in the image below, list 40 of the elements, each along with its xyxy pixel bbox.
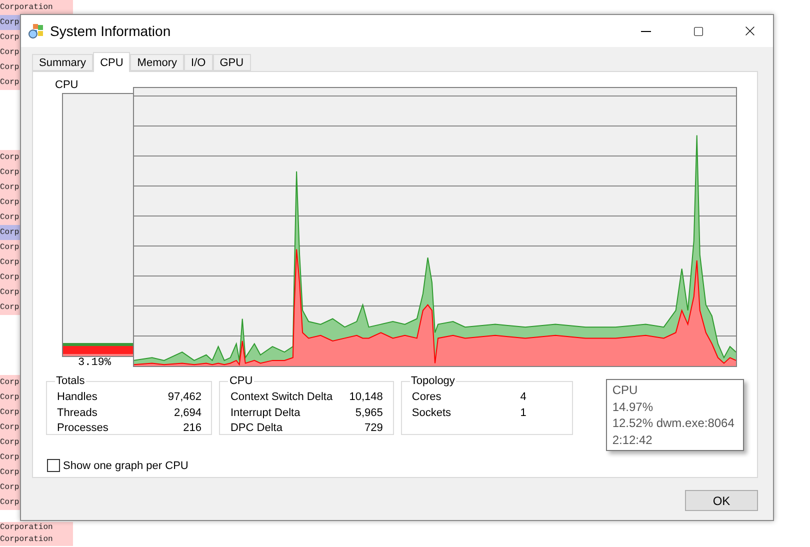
tooltip-line: 14.97% [612, 398, 654, 415]
ok-button[interactable]: OK [685, 490, 758, 511]
list-row[interactable]: Corporation [0, 522, 73, 534]
stat-label: Sockets [412, 406, 452, 420]
stat-value: 5,965 [355, 406, 383, 420]
tab[interactable]: Memory [130, 54, 184, 71]
stat-value: 10,148 [349, 391, 383, 405]
stat-value: 216 [183, 422, 202, 436]
stat-label: Processes [57, 422, 108, 436]
group-title: CPU [228, 375, 254, 387]
group-title: Totals [55, 375, 86, 387]
app-icon [28, 23, 44, 39]
meter-reading: 3.19% [78, 357, 112, 369]
meter-label: CPU [55, 79, 80, 93]
stat-label: Context Switch Delta [230, 391, 333, 405]
stat-label: Threads [57, 406, 98, 420]
tab[interactable]: GPU [212, 54, 251, 71]
tab[interactable]: CPU [93, 52, 130, 72]
tooltip-line: 2:12:42 [612, 432, 654, 448]
stat-value: 2,694 [174, 406, 202, 420]
window-title: System Information [50, 23, 172, 39]
list-row[interactable]: Corporation [0, 534, 73, 546]
stat-label: Cores [412, 391, 442, 405]
tab[interactable]: I/O [184, 54, 213, 71]
group-title: Topology [410, 375, 456, 387]
stat-value: 729 [364, 422, 383, 436]
stat-label: DPC Delta [230, 422, 282, 436]
stat-value: 97,462 [168, 391, 202, 405]
tooltip-line: CPU [612, 382, 639, 398]
stat-value: 4 [520, 391, 526, 405]
maximize-icon [692, 26, 704, 36]
stat-label: Interrupt Delta [230, 406, 300, 420]
stat-label: Handles [57, 391, 98, 405]
list-row[interactable]: Corporation [0, 0, 73, 15]
stat-value: 1 [520, 406, 526, 420]
checkbox-label: Show one graph per CPU [63, 460, 188, 472]
tooltip-line: 12.52% dwm.exe:8064 [612, 415, 736, 432]
checkbox[interactable] [47, 459, 60, 472]
tab[interactable]: Summary [32, 54, 94, 71]
minimize-icon [641, 30, 651, 32]
